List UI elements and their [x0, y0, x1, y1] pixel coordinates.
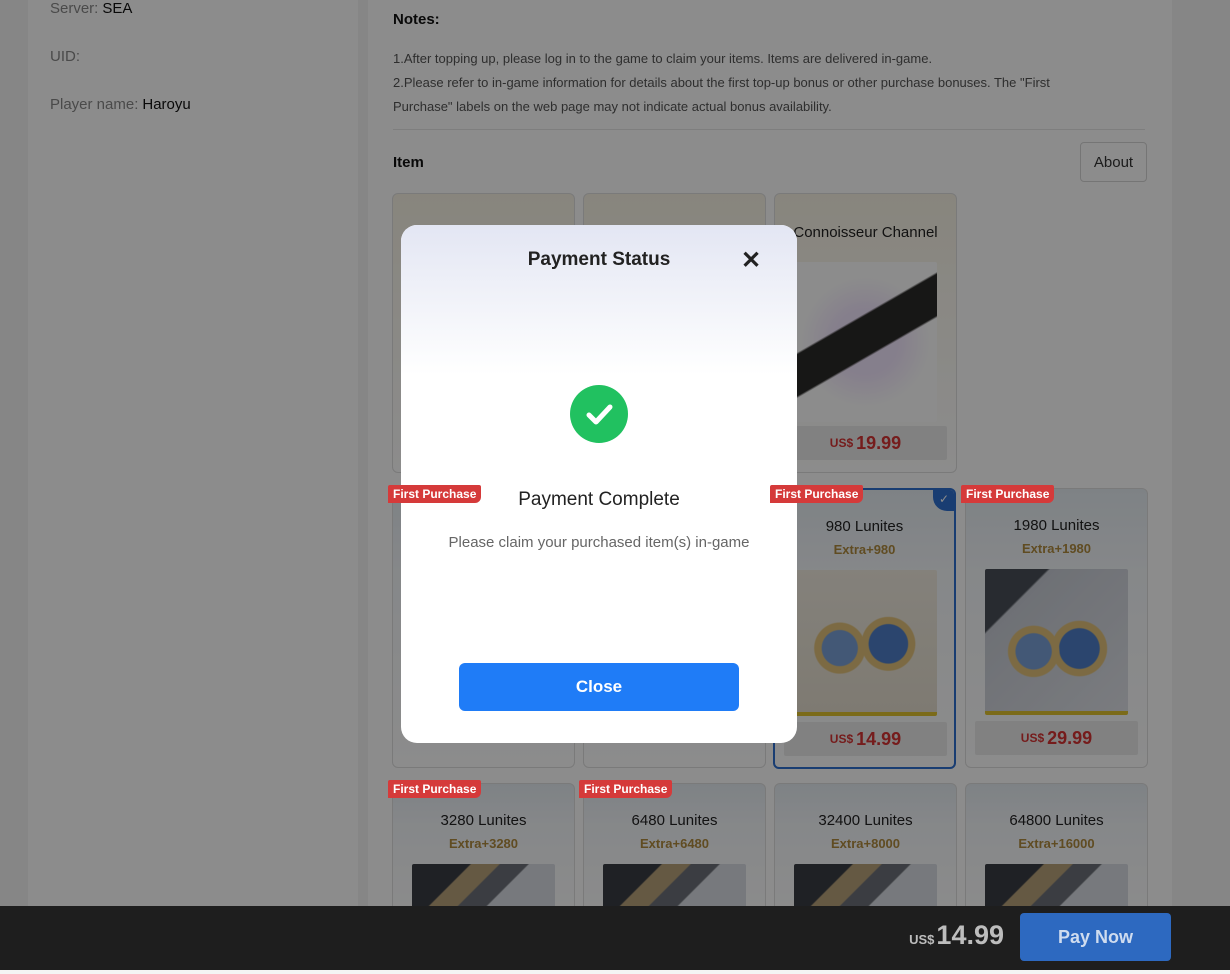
first-purchase-badge: First Purchase — [579, 780, 673, 798]
total-price: US$14.99 — [909, 920, 1004, 951]
first-purchase-badge: First Purchase — [388, 485, 482, 503]
success-check-icon — [570, 385, 628, 443]
close-icon[interactable]: ✕ — [739, 249, 763, 273]
modal-close-button[interactable]: Close — [459, 663, 739, 711]
first-purchase-badge: First Purchase — [961, 485, 1055, 503]
modal-title: Payment Status — [527, 249, 671, 270]
first-purchase-badge: First Purchase — [770, 485, 864, 503]
modal-header — [401, 225, 797, 375]
total-currency: US$ — [909, 932, 935, 947]
pay-now-button[interactable]: Pay Now — [1020, 913, 1171, 961]
payment-status-message: Please claim your purchased item(s) in-g… — [448, 534, 750, 551]
payment-status-modal: Payment Status ✕ Payment Complete Please… — [401, 225, 797, 743]
first-purchase-badge: First Purchase — [388, 780, 482, 798]
checkout-bar: US$14.99 Pay Now — [0, 906, 1230, 970]
total-value: 14.99 — [936, 920, 1004, 950]
